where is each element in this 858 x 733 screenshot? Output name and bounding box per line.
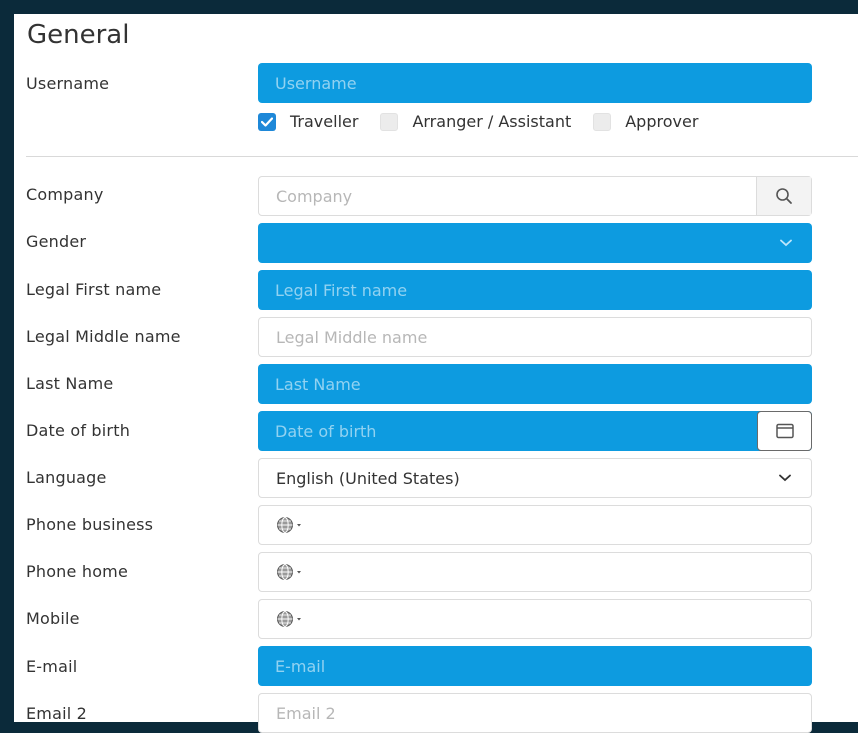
chevron-down-icon [780, 223, 792, 263]
email2-label: Email 2 [26, 704, 88, 723]
checkmark-icon [261, 116, 273, 127]
globe-icon [277, 611, 301, 627]
section-title: General [27, 20, 130, 50]
approver-checkbox[interactable] [593, 112, 612, 131]
country-code-dropdown[interactable] [276, 516, 304, 534]
gender-select[interactable] [258, 223, 812, 263]
section-divider [26, 156, 858, 157]
email-label: E-mail [26, 657, 78, 676]
legal-middle-name-placeholder: Legal Middle name [276, 327, 428, 347]
email-input[interactable]: E-mail [258, 646, 812, 686]
arranger-checkbox[interactable] [380, 112, 399, 131]
date-of-birth-input[interactable]: Date of birth [258, 411, 812, 451]
phone-home-label: Phone home [26, 562, 129, 581]
globe-icon [277, 564, 301, 580]
username-input[interactable]: Username [258, 63, 812, 103]
legal-first-name-placeholder: Legal First name [275, 280, 408, 300]
email2-placeholder: Email 2 [276, 703, 336, 723]
company-search-button[interactable] [756, 177, 811, 215]
phone-home-input[interactable] [258, 552, 812, 592]
email2-input[interactable]: Email 2 [258, 693, 812, 733]
chevron-down-icon [779, 459, 791, 497]
last-name-placeholder: Last Name [275, 374, 361, 394]
traveller-label: Traveller [290, 112, 359, 131]
search-icon [776, 188, 792, 204]
globe-icon [277, 517, 301, 533]
role-approver[interactable]: Approver [593, 112, 698, 131]
mobile-input[interactable] [258, 599, 812, 639]
arranger-label: Arranger / Assistant [412, 112, 572, 131]
calendar-button[interactable] [757, 411, 812, 451]
language-select[interactable]: English (United States) [258, 458, 812, 498]
traveller-checkbox[interactable] [258, 112, 276, 131]
country-code-dropdown[interactable] [276, 563, 304, 581]
phone-business-label: Phone business [26, 515, 154, 534]
email-placeholder: E-mail [275, 656, 326, 676]
legal-middle-name-input[interactable]: Legal Middle name [258, 317, 812, 357]
legal-first-name-input[interactable]: Legal First name [258, 270, 812, 310]
legal-middle-name-label: Legal Middle name [26, 327, 181, 346]
calendar-icon [775, 423, 794, 439]
role-checkboxes: Traveller Arranger / Assistant Approver [258, 112, 720, 131]
last-name-input[interactable]: Last Name [258, 364, 812, 404]
language-value: English (United States) [276, 468, 460, 488]
company-input[interactable]: Company [258, 176, 812, 216]
role-traveller[interactable]: Traveller [258, 112, 358, 131]
username-placeholder: Username [275, 73, 357, 93]
approver-label: Approver [625, 112, 699, 131]
language-label: Language [26, 468, 107, 487]
date-of-birth-placeholder: Date of birth [275, 421, 377, 441]
gender-label: Gender [26, 232, 87, 251]
legal-first-name-label: Legal First name [26, 280, 162, 299]
general-form-panel: General Username Username Traveller Arra… [14, 14, 858, 733]
country-code-dropdown[interactable] [276, 610, 304, 628]
last-name-label: Last Name [26, 374, 114, 393]
date-of-birth-label: Date of birth [26, 421, 131, 440]
phone-business-input[interactable] [258, 505, 812, 545]
username-label: Username [26, 74, 110, 93]
company-placeholder: Company [276, 186, 353, 206]
mobile-label: Mobile [26, 609, 80, 628]
role-arranger[interactable]: Arranger / Assistant [380, 112, 571, 131]
company-label: Company [26, 185, 104, 204]
